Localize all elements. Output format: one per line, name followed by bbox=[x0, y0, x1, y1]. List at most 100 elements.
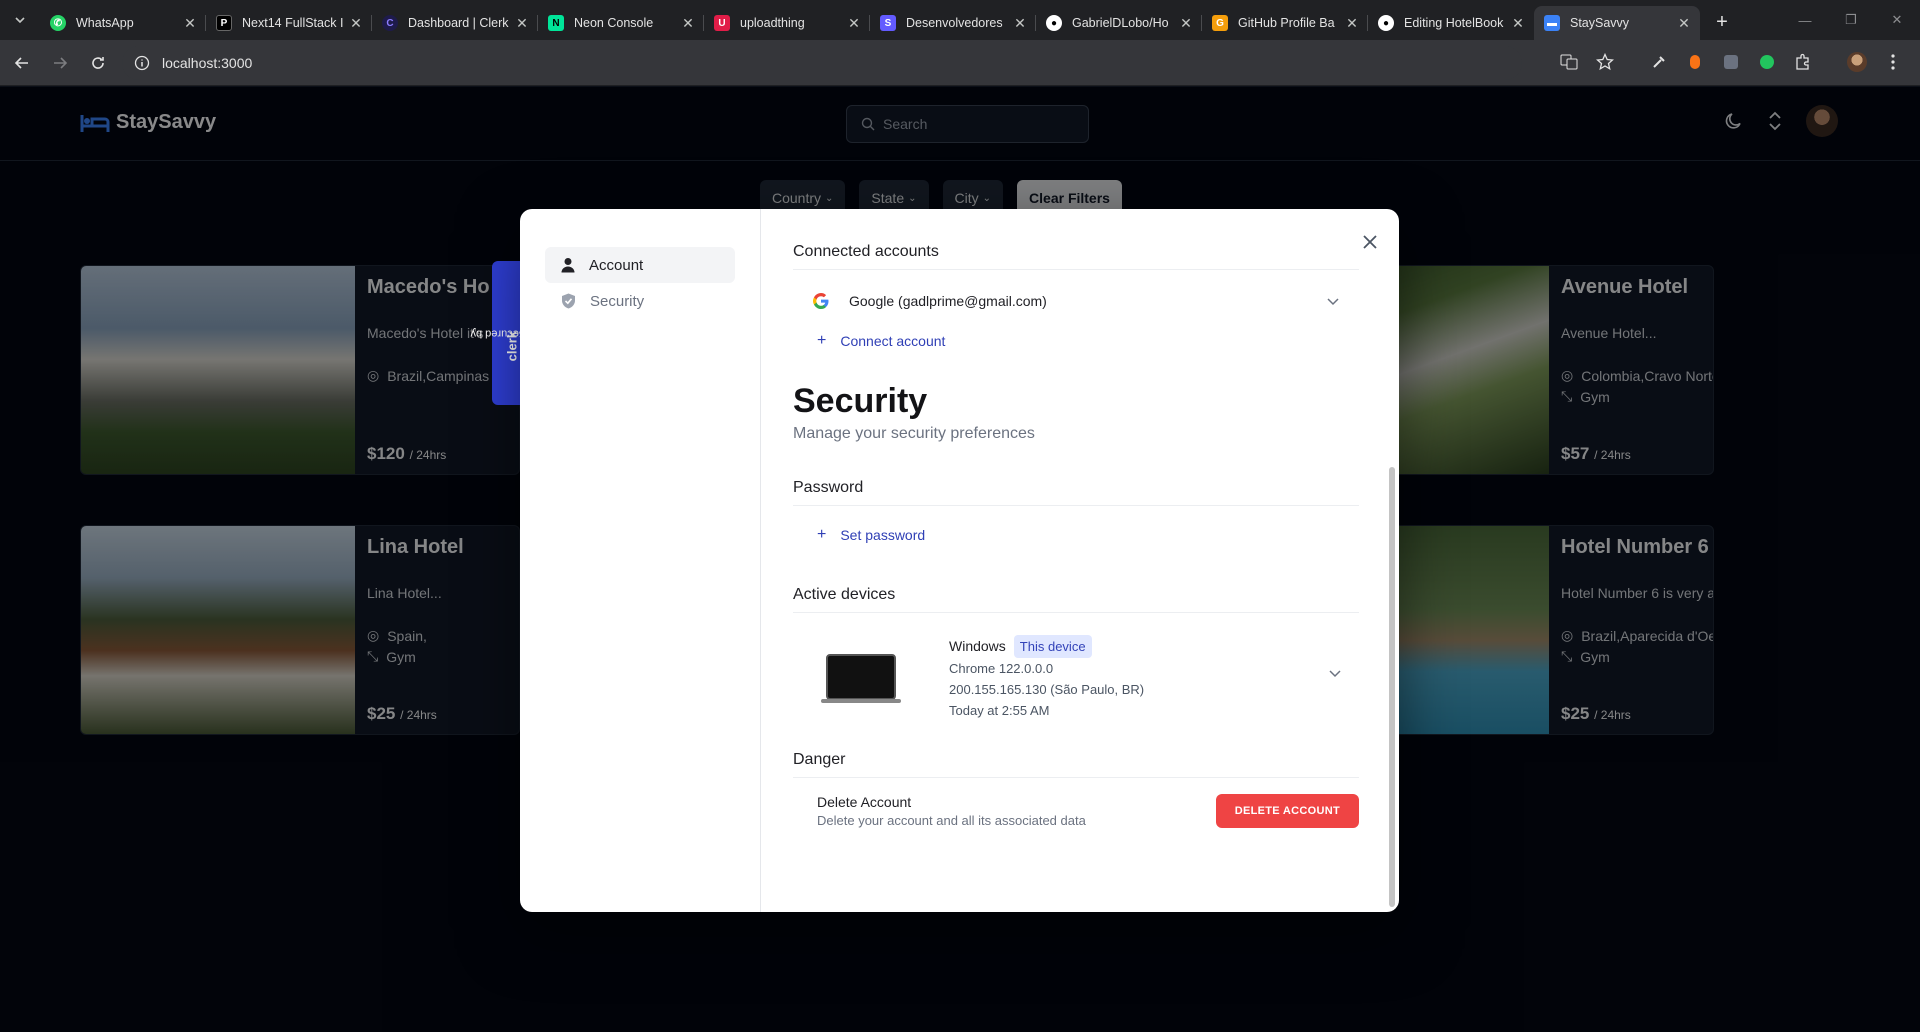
site-info-icon[interactable] bbox=[134, 55, 150, 71]
url-text: localhost:3000 bbox=[162, 54, 253, 71]
device-last-active: Today at 2:55 AM bbox=[949, 703, 1050, 718]
clerk-icon: C bbox=[382, 15, 398, 31]
browser-tab[interactable]: U uploadthing ✕ bbox=[704, 6, 870, 40]
forward-button[interactable] bbox=[44, 47, 76, 79]
tab-title: Desenvolvedores bbox=[906, 16, 1003, 30]
close-icon[interactable] bbox=[1363, 229, 1377, 255]
github-icon: ● bbox=[1046, 15, 1062, 31]
green-extension-icon[interactable] bbox=[1752, 47, 1782, 77]
nav-label: Security bbox=[590, 292, 645, 310]
browser-tab[interactable]: ● Editing HotelBook ✕ bbox=[1368, 6, 1534, 40]
close-tab-icon[interactable]: ✕ bbox=[1344, 15, 1360, 31]
browser-tab[interactable]: C Dashboard | Clerk ✕ bbox=[372, 6, 538, 40]
delete-account-title: Delete Account bbox=[817, 794, 912, 810]
device-ip: 200.155.165.130 (São Paulo, BR) bbox=[949, 682, 1145, 697]
browser-toolbar: localhost:3000 bbox=[0, 40, 1920, 86]
reload-button[interactable] bbox=[82, 47, 114, 79]
modal-scrollbar[interactable] bbox=[1389, 467, 1395, 907]
close-tab-icon[interactable]: ✕ bbox=[846, 15, 862, 31]
close-tab-icon[interactable]: ✕ bbox=[1510, 15, 1526, 31]
device-row[interactable]: Windows This device Chrome 122.0.0.0 200… bbox=[793, 613, 1359, 721]
tab-title: WhatsApp bbox=[76, 16, 134, 30]
close-tab-icon[interactable]: ✕ bbox=[1012, 15, 1028, 31]
secured-by-clerk-badge[interactable]: Secured by clerk bbox=[471, 261, 526, 405]
delete-account-row: Delete Account Delete your account and a… bbox=[793, 778, 1359, 828]
browser-tab[interactable]: ✆ WhatsApp ✕ bbox=[40, 6, 206, 40]
browser-tabstrip: ✆ WhatsApp ✕ P Next14 FullStack I ✕ C Da… bbox=[0, 0, 1920, 40]
tab-title: Editing HotelBook bbox=[1404, 16, 1504, 30]
set-password-button[interactable]: + Set password bbox=[793, 520, 1359, 550]
tab-title: Neon Console bbox=[574, 16, 654, 30]
tab-title: Next14 FullStack I bbox=[242, 16, 344, 30]
extensions-puzzle-icon[interactable] bbox=[1788, 47, 1818, 77]
device-os: Windows bbox=[949, 638, 1006, 654]
close-tab-icon[interactable]: ✕ bbox=[1178, 15, 1194, 31]
toolbar-divider bbox=[1824, 47, 1836, 77]
device-browser: Chrome 122.0.0.0 bbox=[949, 661, 1054, 676]
tab-title: Dashboard | Clerk bbox=[408, 16, 509, 30]
address-bar[interactable]: localhost:3000 bbox=[122, 45, 1522, 80]
bookmark-star-icon[interactable] bbox=[1590, 47, 1620, 77]
close-tab-icon[interactable]: ✕ bbox=[514, 15, 530, 31]
close-window-button[interactable]: ✕ bbox=[1874, 0, 1920, 40]
nav-item-security[interactable]: Security bbox=[545, 283, 735, 319]
password-title: Password bbox=[793, 479, 1359, 506]
google-account-label: Google (gadlprime@gmail.com) bbox=[849, 293, 1047, 309]
active-devices-title: Active devices bbox=[793, 586, 1359, 613]
close-tab-icon[interactable]: ✕ bbox=[182, 15, 198, 31]
set-password-label: Set password bbox=[840, 527, 926, 543]
nav-item-account[interactable]: Account bbox=[545, 247, 735, 283]
gray-extension-icon[interactable] bbox=[1716, 47, 1746, 77]
modal-sidebar: Account Security bbox=[520, 209, 761, 912]
minimize-button[interactable]: — bbox=[1782, 0, 1828, 40]
browser-menu-icon[interactable] bbox=[1878, 47, 1908, 77]
chevron-down-icon[interactable] bbox=[1327, 293, 1339, 309]
translate-icon[interactable] bbox=[1554, 47, 1584, 77]
back-button[interactable] bbox=[6, 47, 38, 79]
close-tab-icon[interactable]: ✕ bbox=[680, 15, 696, 31]
tab-title: GitHub Profile Ba bbox=[1238, 16, 1335, 30]
browser-extensions bbox=[1554, 47, 1908, 77]
close-tab-icon[interactable]: ✕ bbox=[348, 15, 364, 31]
eyedropper-extension-icon[interactable] bbox=[1644, 47, 1674, 77]
uploadthing-icon: U bbox=[714, 15, 730, 31]
profile-badge-icon: G bbox=[1212, 15, 1228, 31]
browser-tab[interactable]: S Desenvolvedores ✕ bbox=[870, 6, 1036, 40]
connect-account-label: Connect account bbox=[840, 333, 946, 349]
tab-search-button[interactable] bbox=[0, 0, 40, 40]
next-icon: P bbox=[216, 15, 232, 31]
neon-icon: N bbox=[548, 15, 564, 31]
app-page: StaySavvy Search Country ⌄ State ⌄ City ⌄ C… bbox=[0, 87, 1920, 1032]
security-title: Security bbox=[793, 382, 928, 420]
browser-tab[interactable]: G GitHub Profile Ba ✕ bbox=[1202, 6, 1368, 40]
stripe-icon: S bbox=[880, 15, 896, 31]
delete-account-button[interactable]: DELETE ACCOUNT bbox=[1215, 794, 1359, 828]
new-tab-button[interactable]: + bbox=[1706, 6, 1738, 38]
staysavvy-bed-icon: ▬ bbox=[1544, 15, 1560, 31]
restore-button[interactable]: ❐ bbox=[1828, 0, 1874, 40]
shield-icon bbox=[562, 293, 575, 309]
browser-tab[interactable]: ● GabrielDLobo/Ho ✕ bbox=[1036, 6, 1202, 40]
github-icon: ● bbox=[1378, 15, 1394, 31]
delete-account-description: Delete your account and all its associat… bbox=[817, 813, 1086, 828]
profile-avatar[interactable] bbox=[1842, 47, 1872, 77]
orange-extension-icon[interactable] bbox=[1680, 47, 1710, 77]
tab-title: uploadthing bbox=[740, 16, 805, 30]
browser-tab[interactable]: P Next14 FullStack I ✕ bbox=[206, 6, 372, 40]
whatsapp-icon: ✆ bbox=[50, 15, 66, 31]
window-controls: — ❐ ✕ bbox=[1782, 0, 1920, 40]
google-account-row[interactable]: Google (gadlprime@gmail.com) bbox=[793, 280, 1359, 322]
browser-tab-active[interactable]: ▬ StaySavvy ✕ bbox=[1534, 6, 1700, 40]
connected-accounts-title: Connected accounts bbox=[793, 243, 1359, 270]
user-icon bbox=[561, 258, 575, 273]
chevron-down-icon[interactable] bbox=[1329, 665, 1341, 683]
toolbar-divider bbox=[1626, 47, 1638, 77]
security-subtitle: Manage your security preferences bbox=[793, 425, 1035, 442]
browser-tab[interactable]: N Neon Console ✕ bbox=[538, 6, 704, 40]
tab-title: GabrielDLobo/Ho bbox=[1072, 16, 1169, 30]
google-icon bbox=[813, 293, 829, 309]
connect-account-button[interactable]: + Connect account bbox=[793, 326, 1359, 356]
secured-by-text: Secured by bbox=[470, 327, 527, 339]
close-tab-icon[interactable]: ✕ bbox=[1676, 15, 1692, 31]
this-device-badge: This device bbox=[1013, 635, 1092, 658]
